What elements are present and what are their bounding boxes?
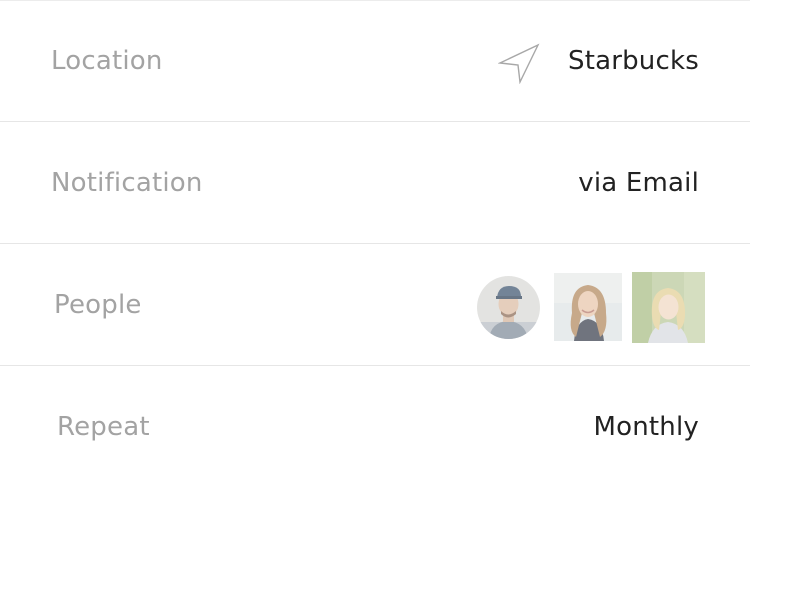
settings-list: Location Starbucks Notification via Emai… <box>0 0 750 600</box>
person-2-avatar[interactable] <box>554 273 622 341</box>
notification-label: Notification <box>51 167 203 198</box>
person-3-avatar[interactable] <box>632 272 705 343</box>
people-label: People <box>54 289 142 320</box>
location-row[interactable]: Location Starbucks <box>0 0 750 122</box>
repeat-row[interactable]: Repeat Monthly <box>0 366 750 488</box>
person-1-avatar[interactable] <box>477 276 540 339</box>
notification-row[interactable]: Notification via Email <box>0 122 750 244</box>
location-label: Location <box>51 45 163 76</box>
notification-value: via Email <box>578 167 699 198</box>
navigation-arrow-icon <box>497 42 540 85</box>
repeat-value: Monthly <box>593 412 699 442</box>
people-row[interactable]: People <box>0 244 750 366</box>
repeat-label: Repeat <box>57 412 150 442</box>
location-value: Starbucks <box>567 45 699 76</box>
people-avatars <box>477 272 709 343</box>
